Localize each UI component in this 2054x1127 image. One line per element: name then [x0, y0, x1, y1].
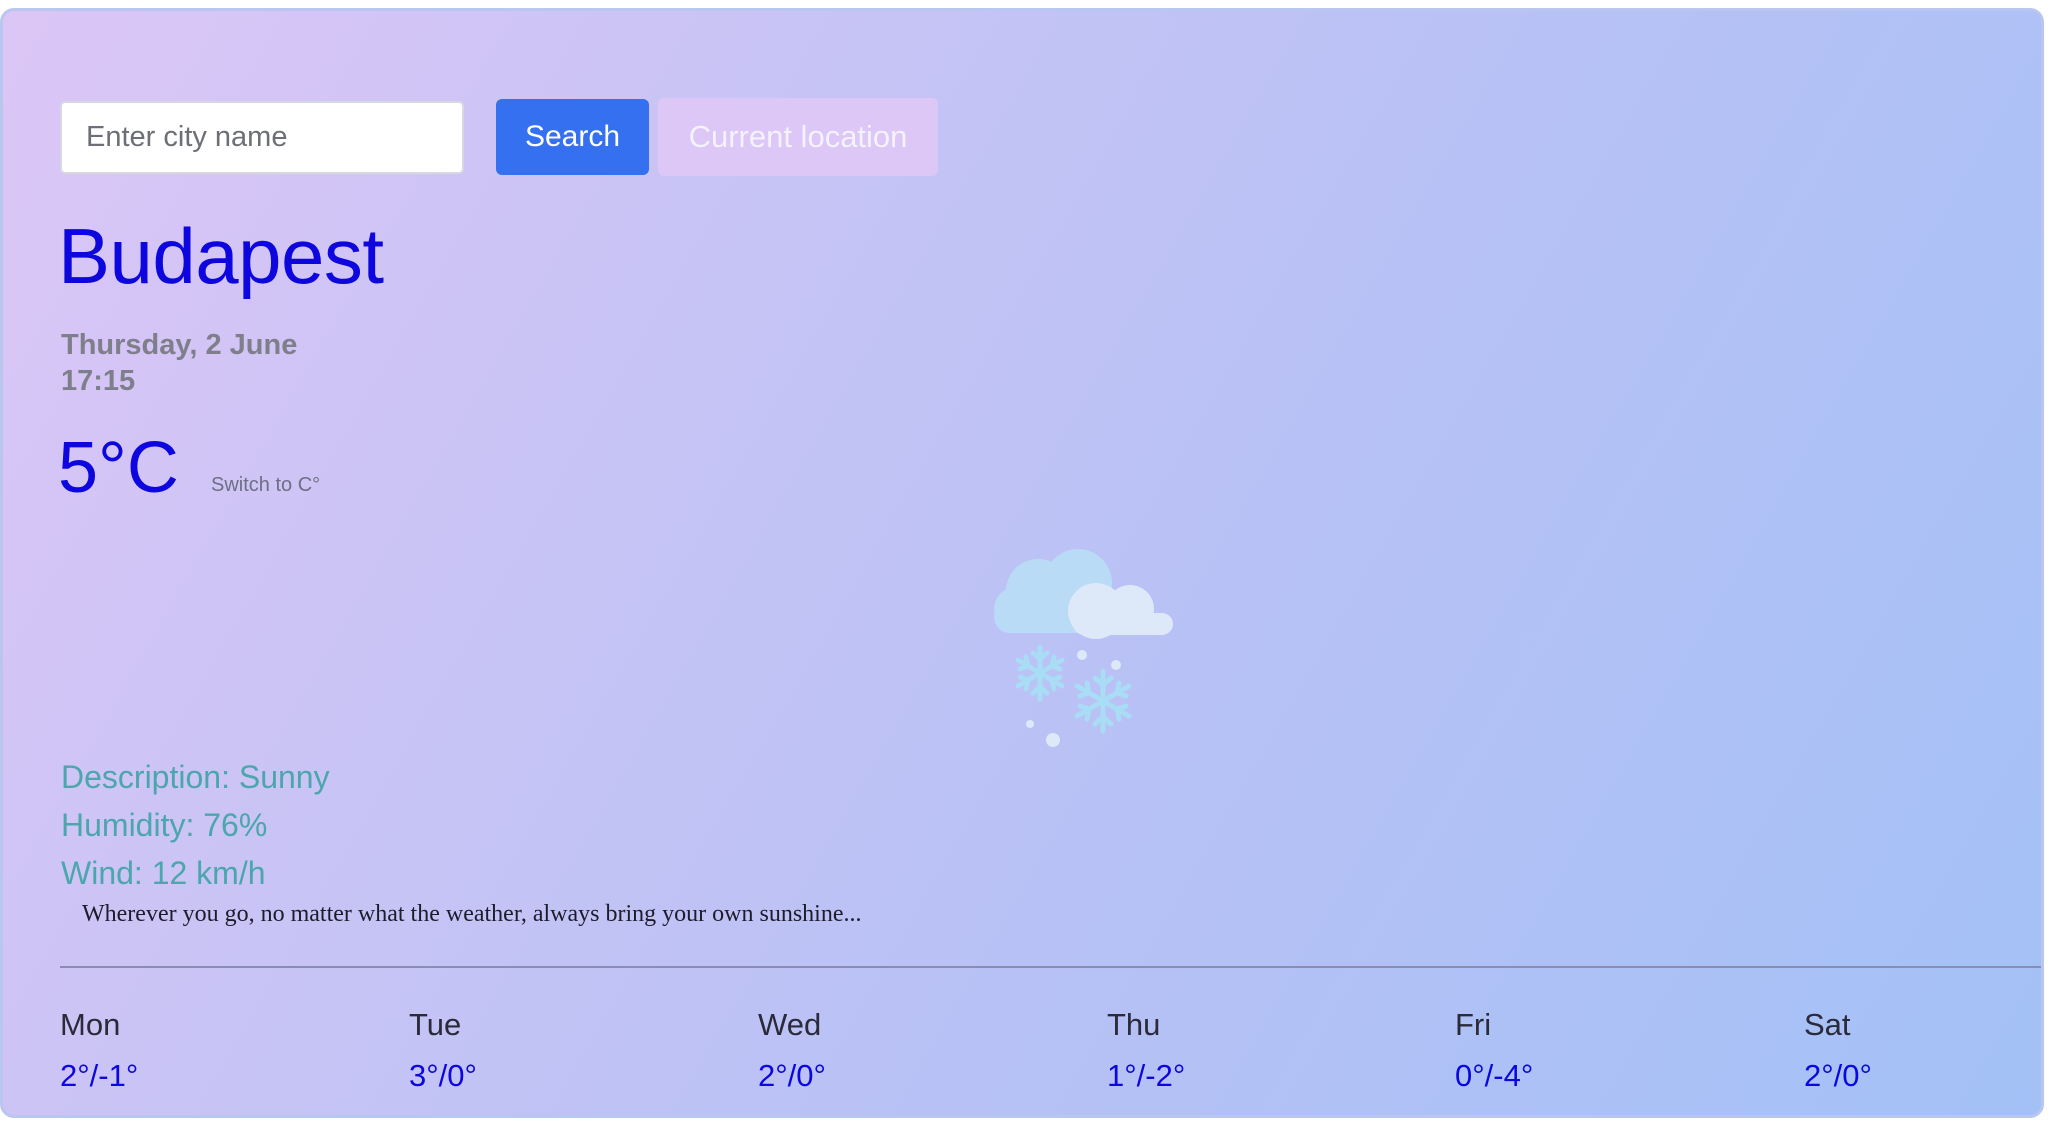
forecast-day: Tue 3°/0° [409, 1009, 609, 1091]
weather-quote: Wherever you go, no matter what the weat… [82, 901, 862, 927]
forecast-day-name: Thu [1107, 1007, 1161, 1042]
forecast-day-name: Tue [409, 1007, 462, 1042]
forecast-day-name: Mon [60, 1007, 121, 1042]
forecast-day-name: Wed [758, 1007, 822, 1042]
switch-unit-link[interactable]: Switch to C° [211, 474, 320, 497]
current-location-button[interactable]: Current location [658, 98, 938, 176]
forecast-day: Wed 2°/0° [758, 1009, 958, 1091]
forecast-day-temp: 2°/-1° [60, 1058, 139, 1093]
wind-value: Wind: 12 km/h [61, 855, 266, 891]
current-temperature: 5°C [58, 428, 179, 508]
forecast-divider [60, 966, 2041, 968]
search-bar: Search Current location [60, 98, 938, 176]
forecast-day-temp: 3°/0° [409, 1058, 477, 1093]
forecast-day: Fri 0°/-4° [1455, 1009, 1655, 1091]
snow-cloud-icon [978, 541, 1198, 761]
forecast-day: Thu 1°/-2° [1107, 1009, 1307, 1091]
search-button[interactable]: Search [496, 99, 649, 175]
forecast-day-name: Sat [1804, 1007, 1851, 1042]
forecast-day: Sat 2°/0° [1804, 1009, 2004, 1091]
humidity-value: Humidity: 76% [61, 807, 268, 843]
forecast-day-temp: 0°/-4° [1455, 1058, 1534, 1093]
forecast-day-temp: 2°/0° [758, 1058, 826, 1093]
current-time: 17:15 [61, 365, 136, 397]
city-name: Budapest [58, 212, 384, 300]
forecast-day-temp: 2°/0° [1804, 1058, 1872, 1093]
forecast-day-temp: 1°/-2° [1107, 1058, 1186, 1093]
forecast-day: Mon 2°/-1° [60, 1009, 260, 1091]
city-search-input[interactable] [60, 100, 464, 174]
forecast-day-name: Fri [1455, 1007, 1492, 1042]
weather-description: Description: Sunny [61, 759, 330, 795]
current-date: Thursday, 2 June [61, 329, 298, 361]
weather-card: Search Current location Budapest Thursda… [0, 8, 2044, 1118]
